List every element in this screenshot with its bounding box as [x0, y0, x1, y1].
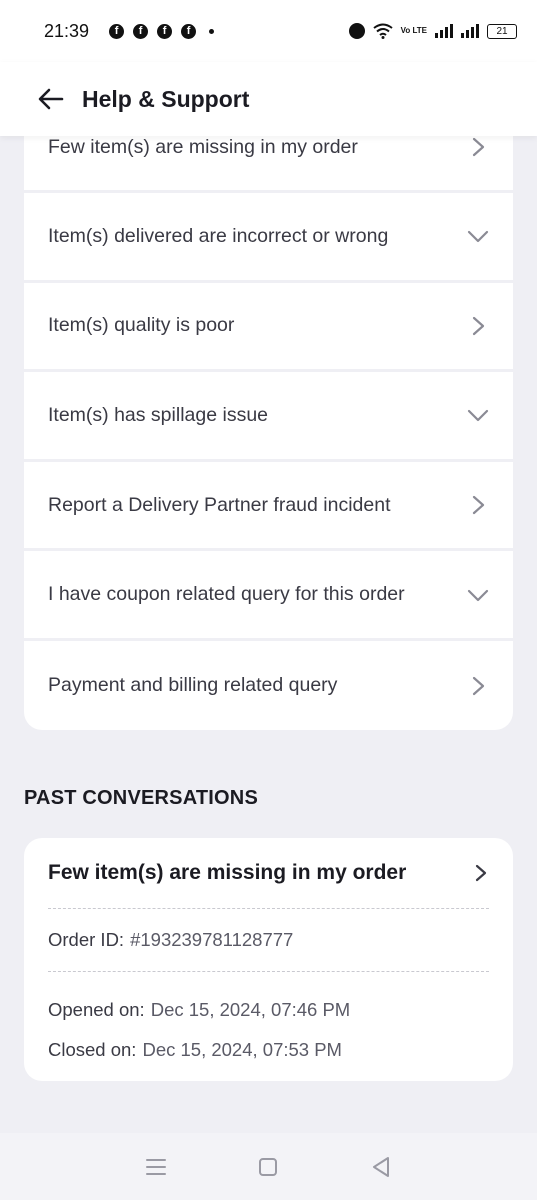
issues-list: Few item(s) are missing in my order Item…	[24, 136, 513, 730]
conversation-card[interactable]: Few item(s) are missing in my order Orde…	[24, 838, 513, 1081]
issue-label: Item(s) quality is poor	[48, 314, 235, 337]
closed-on-row: Closed on: Dec 15, 2024, 07:53 PM	[48, 1030, 489, 1070]
issue-row[interactable]: Report a Delivery Partner fraud incident	[24, 462, 513, 552]
facebook-icon: f	[181, 23, 197, 39]
closed-on-value: Dec 15, 2024, 07:53 PM	[142, 1039, 342, 1060]
chevron-right-icon	[472, 676, 485, 695]
battery-level: 21	[496, 25, 508, 37]
more-notifications-dot-icon	[209, 28, 215, 34]
wifi-icon	[373, 23, 393, 39]
conversation-title-row[interactable]: Few item(s) are missing in my order	[48, 838, 489, 909]
app-header: Help & Support	[0, 62, 537, 136]
facebook-icon: f	[133, 23, 149, 39]
issue-label: I have coupon related query for this ord…	[48, 583, 405, 606]
chevron-right-icon	[472, 495, 485, 515]
alarm-icon	[348, 23, 365, 39]
chevron-right-icon	[472, 316, 485, 335]
battery-icon: 21	[487, 23, 517, 39]
issue-row[interactable]: Payment and billing related query	[24, 641, 513, 730]
issue-label: Item(s) has spillage issue	[48, 403, 269, 426]
signal-icon	[435, 24, 453, 38]
order-id-label: Order ID:	[48, 929, 125, 950]
opened-on-label: Opened on:	[48, 999, 145, 1020]
signal-icon	[461, 24, 479, 38]
issue-label: Payment and billing related query	[48, 674, 338, 697]
home-square-icon[interactable]	[255, 1154, 281, 1180]
past-conversations-heading: PAST CONVERSATIONS	[24, 787, 258, 809]
order-id-value: #193239781128777	[130, 929, 294, 950]
chevron-down-icon	[467, 231, 489, 243]
issue-row[interactable]: Item(s) quality is poor	[24, 283, 513, 373]
menu-icon[interactable]	[143, 1154, 169, 1180]
conversation-dates: Opened on: Dec 15, 2024, 07:46 PM Closed…	[48, 972, 489, 1070]
issue-row[interactable]: Few item(s) are missing in my order	[24, 136, 513, 193]
opened-on-value: Dec 15, 2024, 07:46 PM	[150, 999, 351, 1020]
system-nav-bar	[0, 1133, 537, 1200]
issue-label: Item(s) delivered are incorrect or wrong	[48, 224, 389, 247]
closed-on-label: Closed on:	[48, 1039, 137, 1060]
status-right: Vo LTE 21	[348, 23, 517, 39]
chevron-down-icon	[467, 589, 489, 601]
issue-label: Report a Delivery Partner fraud incident	[48, 493, 391, 516]
conversation-title: Few item(s) are missing in my order	[48, 861, 407, 884]
volte-icon: Vo LTE	[400, 26, 427, 35]
status-time: 21:39	[44, 20, 90, 41]
facebook-icon: f	[109, 23, 125, 39]
issue-label: Few item(s) are missing in my order	[48, 136, 358, 158]
back-triangle-icon[interactable]	[368, 1154, 394, 1180]
arrow-left-icon[interactable]	[36, 84, 66, 114]
chevron-right-icon	[472, 137, 485, 157]
page-title: Help & Support	[82, 85, 250, 112]
issue-row[interactable]: I have coupon related query for this ord…	[24, 551, 513, 641]
chevron-down-icon	[467, 410, 489, 422]
facebook-icon: f	[157, 23, 173, 39]
chevron-right-icon	[475, 864, 487, 882]
issue-row[interactable]: Item(s) has spillage issue	[24, 372, 513, 462]
issue-row[interactable]: Item(s) delivered are incorrect or wrong	[24, 193, 513, 283]
order-id-row: Order ID: #193239781128777	[48, 909, 489, 972]
opened-on-row: Opened on: Dec 15, 2024, 07:46 PM	[48, 990, 489, 1030]
status-bar: 21:39 f f f f Vo LTE 21	[0, 0, 537, 62]
